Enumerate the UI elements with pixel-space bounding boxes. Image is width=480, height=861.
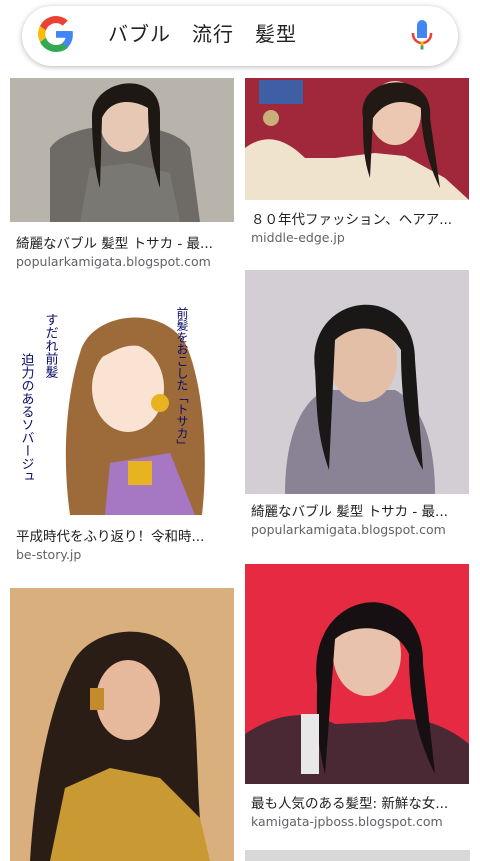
result-card[interactable]: 綺麗なバブル 髪型 トサカ - 最... popularkamigata.blo…	[10, 78, 236, 273]
result-title[interactable]: 最も人気のある髪型: 新鮮な女...	[251, 792, 467, 812]
result-source[interactable]: middle-edge.jp	[251, 230, 467, 245]
result-thumbnail[interactable]	[245, 78, 469, 200]
result-card[interactable]: 綺麗なバブル 髪型 トサカ - 最... popularkamigata.blo…	[245, 270, 470, 550]
result-title[interactable]: 綺麗なバブル 髪型 トサカ - 最...	[16, 232, 232, 252]
result-card[interactable]: 最も人気のある髪型: 新鮮な女... kamigata-jpboss.blogs…	[245, 564, 470, 829]
illustration-label-left: すだれ前髪	[43, 313, 59, 378]
result-thumbnail[interactable]	[10, 588, 234, 861]
result-thumbnail[interactable]	[10, 78, 234, 222]
search-query-text[interactable]: バブル 流行 髪型	[108, 18, 297, 47]
result-source[interactable]: kamigata-jpboss.blogspot.com	[251, 814, 467, 829]
image-results-grid: 綺麗なバブル 髪型 トサカ - 最... popularkamigata.blo…	[0, 78, 480, 861]
result-card[interactable]: すだれ前髪 前髪をおこした「トサカ」 迫力のあるソバージュ 平成時代をふり返り！…	[10, 293, 236, 569]
illustration-label-top-right: 前髪をおこした「トサカ」	[175, 306, 189, 451]
result-card[interactable]: ８０年代ファッション、ヘアア... middle-edge.jp	[245, 78, 470, 250]
result-card-partial[interactable]	[245, 850, 470, 861]
google-g-icon[interactable]	[38, 16, 74, 52]
illustration-label-bottom-right: 迫力のあるソバージュ	[19, 353, 35, 483]
result-source[interactable]: popularkamigata.blogspot.com	[16, 254, 232, 269]
result-thumbnail[interactable]: すだれ前髪 前髪をおこした「トサカ」 迫力のあるソバージュ	[10, 293, 234, 515]
result-source[interactable]: popularkamigata.blogspot.com	[251, 522, 467, 537]
result-title[interactable]: ８０年代ファッション、ヘアア...	[251, 208, 467, 228]
result-title[interactable]: 綺麗なバブル 髪型 トサカ - 最...	[251, 500, 467, 520]
microphone-icon[interactable]	[411, 20, 433, 50]
result-title[interactable]: 平成時代をふり返り！令和時...	[16, 525, 232, 545]
result-thumbnail[interactable]	[245, 270, 469, 494]
result-card[interactable]	[10, 588, 236, 861]
search-header: バブル 流行 髪型	[0, 0, 480, 78]
result-source[interactable]: be-story.jp	[16, 547, 232, 562]
result-thumbnail[interactable]	[245, 564, 469, 784]
image-search-results-page: バブル 流行 髪型 綺麗なバブル 髪型 トサカ - 最... popularka…	[0, 0, 480, 861]
